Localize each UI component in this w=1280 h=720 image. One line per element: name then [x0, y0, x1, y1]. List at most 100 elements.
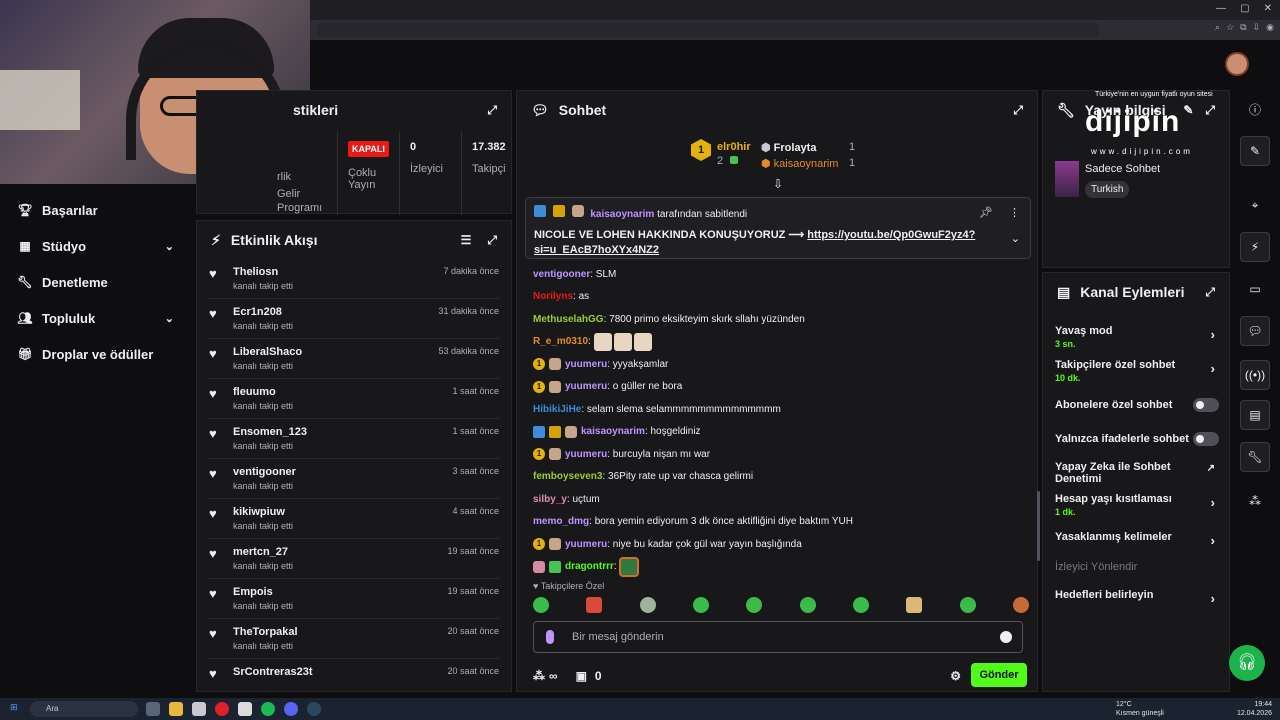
follower-name[interactable]: Ensomen_123: [233, 426, 452, 438]
more-options-icon[interactable]: ⋮: [1009, 206, 1020, 219]
clock[interactable]: 19:44 12.04.2026: [1237, 700, 1272, 718]
channel-action-row[interactable]: Yavaş mod 3 sn. ›: [1055, 325, 1219, 349]
chat-username[interactable]: ventigooner: [533, 269, 590, 280]
wrench-icon[interactable]: 🔧︎: [1240, 442, 1270, 472]
taskview-icon[interactable]: [146, 702, 160, 716]
channel-action-row[interactable]: Yasaklanmış kelimeler ›: [1055, 531, 1219, 548]
address-field[interactable]: [318, 23, 1098, 37]
app-icon[interactable]: [238, 702, 252, 716]
popout-icon[interactable]: ⤢: [1013, 103, 1023, 118]
channel-action-row[interactable]: Hedefleri belirleyin ›: [1055, 589, 1219, 606]
clipboard-icon[interactable]: ▭: [1240, 274, 1270, 304]
chat-username[interactable]: R_e_m0310: [533, 336, 588, 347]
nav-item-studio[interactable]: ▦ Stüdyo ⌄: [0, 228, 192, 264]
follower-name[interactable]: LiberalShaco: [233, 346, 438, 358]
bolt-icon[interactable]: ⚡︎: [1240, 232, 1270, 262]
bookmark-icon[interactable]: ☆: [1226, 22, 1234, 33]
emote-button[interactable]: [533, 597, 549, 613]
channel-action-row[interactable]: Abonelere özel sohbet: [1055, 398, 1219, 412]
popout-icon[interactable]: ⤢: [1205, 285, 1215, 300]
chat-username[interactable]: MethuselahGG: [533, 314, 604, 325]
focus-icon[interactable]: ⌖: [1240, 190, 1270, 220]
extensions-icon[interactable]: ⧉: [1240, 22, 1246, 33]
nav-item-achievements[interactable]: 🏆︎ Başarılar: [0, 192, 192, 228]
profile-icon[interactable]: ◉: [1266, 22, 1274, 33]
pencil-icon[interactable]: ✎: [1240, 136, 1270, 166]
channel-action-row[interactable]: Yalnızca ifadelerle sohbet: [1055, 432, 1219, 446]
points-icon[interactable]: ⁂: [533, 669, 545, 683]
layout-icon[interactable]: ▤: [1240, 400, 1270, 430]
discord-icon[interactable]: [284, 702, 298, 716]
close-icon[interactable]: ✕: [1264, 3, 1272, 14]
chat-message-input[interactable]: Bir mesaj gönderin: [533, 621, 1023, 653]
maximize-icon[interactable]: ▢: [1240, 3, 1249, 14]
support-headset-icon[interactable]: 🎧︎: [1229, 645, 1265, 681]
chat-username[interactable]: dragontrrr: [565, 561, 614, 572]
chat-username[interactable]: Norilyns: [533, 291, 573, 302]
emote-button[interactable]: [852, 597, 869, 613]
emoji-picker-icon[interactable]: [1000, 631, 1012, 643]
chat-username[interactable]: yuumeru: [565, 359, 607, 370]
settings-gear-icon[interactable]: ⚙: [950, 669, 961, 683]
channel-action-row[interactable]: Yapay Zeka ile Sohbet Denetimi ↗: [1055, 461, 1219, 485]
follower-name[interactable]: kikiwpiuw: [233, 506, 452, 518]
expand-leaderboard-icon[interactable]: ⇩: [773, 177, 783, 191]
send-button[interactable]: Gönder: [971, 663, 1027, 687]
chat-username[interactable]: HibikiJiHe: [533, 404, 581, 415]
nav-item-community[interactable]: 👥︎ Topluluk ⌄: [0, 300, 192, 336]
filter-icon[interactable]: ☰: [461, 233, 472, 247]
follower-name[interactable]: Ecr1n208: [233, 306, 438, 318]
emote-button[interactable]: [746, 597, 763, 613]
follower-name[interactable]: Empois: [233, 586, 447, 598]
follower-name[interactable]: fleuumo: [233, 386, 452, 398]
broadcast-icon[interactable]: ((•)): [1240, 360, 1270, 390]
follower-name[interactable]: SrContreras23t: [233, 666, 447, 678]
microphone-icon[interactable]: [546, 630, 554, 644]
store-icon[interactable]: ▣: [576, 669, 587, 683]
unpin-icon[interactable]: 📌︎: [979, 206, 993, 219]
toggle-switch[interactable]: [1193, 398, 1219, 412]
category-name[interactable]: Sadece Sohbet: [1085, 163, 1160, 175]
popout-icon[interactable]: ⤢: [487, 103, 497, 118]
channel-action-row[interactable]: Hesap yaşı kısıtlaması 1 dk. ›: [1055, 493, 1219, 517]
steam-icon[interactable]: [307, 702, 321, 716]
weather-widget[interactable]: 12°C Kısmen güneşli: [1116, 700, 1164, 718]
emote-button[interactable]: [959, 597, 976, 613]
user-avatar[interactable]: [1225, 52, 1249, 76]
chat-username[interactable]: memo_dmg: [533, 516, 589, 527]
emote-button[interactable]: [799, 597, 816, 613]
nav-item-drops[interactable]: 🎁︎ Droplar ve ödüller: [0, 336, 192, 372]
chat-username[interactable]: yuumeru: [565, 381, 607, 392]
follower-name[interactable]: TheTorpakal: [233, 626, 447, 638]
chat-icon[interactable]: 💬︎: [1240, 316, 1270, 346]
chat-username[interactable]: femboyseven3: [533, 471, 602, 482]
chat-username[interactable]: kaisaoynarim: [581, 426, 645, 437]
follower-name[interactable]: mertcn_27: [233, 546, 447, 558]
folder-icon[interactable]: [169, 702, 183, 716]
nav-item-moderation[interactable]: 🔧︎ Denetleme: [0, 264, 192, 300]
spotify-icon[interactable]: [261, 702, 275, 716]
taskbar-search[interactable]: Ara: [30, 701, 138, 717]
download-icon[interactable]: ⇩: [1253, 22, 1261, 33]
popout-icon[interactable]: ⤢: [1205, 103, 1215, 118]
chat-username[interactable]: yuumeru: [565, 449, 607, 460]
info-icon[interactable]: ⓘ: [1240, 94, 1270, 124]
opera-icon[interactable]: [215, 702, 229, 716]
chat-scrollbar[interactable]: [1037, 491, 1040, 561]
emote-button[interactable]: [586, 597, 603, 613]
zoom-icon[interactable]: ⌕: [1215, 22, 1220, 33]
windows-start-icon[interactable]: ⊞: [10, 702, 18, 713]
popout-icon[interactable]: ⤢: [487, 233, 497, 248]
minimize-icon[interactable]: —: [1216, 3, 1226, 14]
channel-action-row[interactable]: Takipçilere özel sohbet 10 dk. ›: [1055, 359, 1219, 383]
emote-button[interactable]: [692, 597, 709, 613]
app-icon[interactable]: [192, 702, 206, 716]
points-icon[interactable]: ⁂: [1240, 486, 1270, 516]
emote-button[interactable]: [906, 597, 923, 613]
follower-name[interactable]: ventigooner: [233, 466, 452, 478]
edit-icon[interactable]: ✎: [1183, 103, 1193, 117]
follower-name[interactable]: Theliosn: [233, 266, 443, 278]
emote-button[interactable]: [1012, 597, 1029, 613]
chevron-down-icon[interactable]: ⌄: [1011, 232, 1020, 245]
toggle-switch[interactable]: [1193, 432, 1219, 446]
